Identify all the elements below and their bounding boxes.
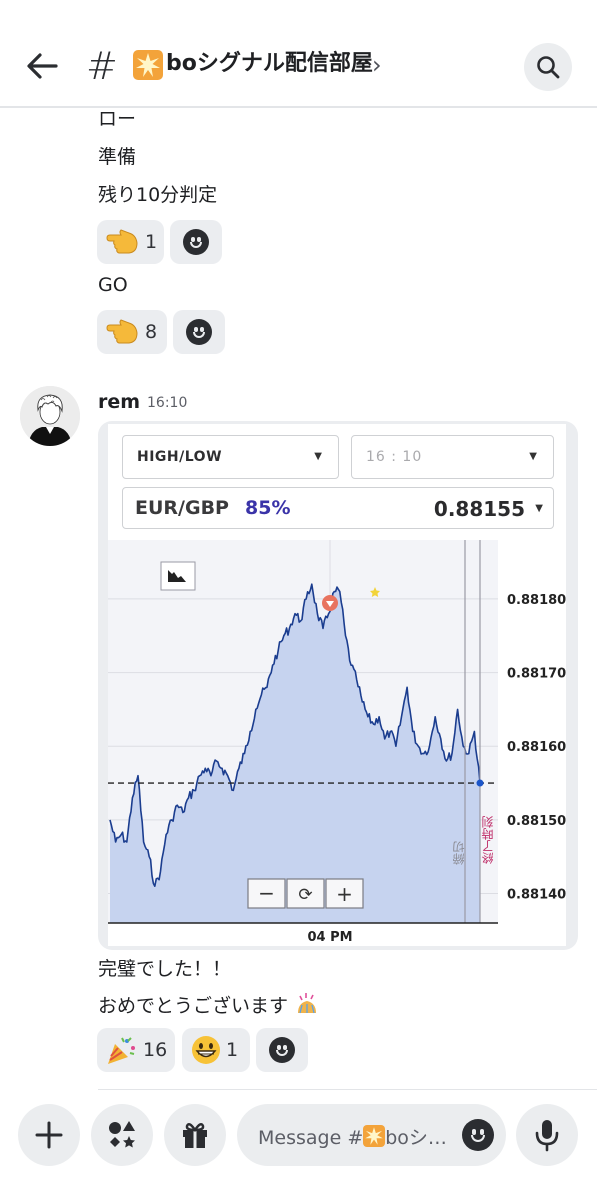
zoom-out-button: − bbox=[247, 878, 286, 909]
price-chart-svg: 0.881400.881500.881600.881700.88180 − ⟳ … bbox=[108, 540, 566, 945]
caret-down-icon: ▼ bbox=[314, 451, 322, 462]
message-input-placeholder: Message # boシ… bbox=[258, 1125, 447, 1149]
message-author[interactable]: rem bbox=[98, 390, 140, 414]
collision-emoji-icon bbox=[363, 1125, 386, 1147]
zoom-in-button: + bbox=[325, 878, 364, 909]
add-reaction-button[interactable] bbox=[170, 220, 222, 264]
apps-button[interactable] bbox=[91, 1104, 153, 1166]
svg-text:⟳: ⟳ bbox=[298, 885, 312, 905]
message-text: 準備 bbox=[98, 146, 137, 168]
reaction-pointing-hand[interactable]: 8 bbox=[97, 310, 167, 354]
smiley-icon bbox=[186, 319, 212, 345]
chart-type-icon bbox=[160, 561, 196, 591]
search-button[interactable] bbox=[524, 43, 572, 91]
grinning-face-icon bbox=[192, 1036, 220, 1064]
svg-text:+: + bbox=[336, 882, 353, 906]
add-reaction-button[interactable] bbox=[256, 1028, 308, 1072]
pointing-hand-icon bbox=[106, 229, 138, 254]
channel-hash-icon: # bbox=[86, 44, 118, 88]
option-type-select: HIGH/LOW ▼ bbox=[122, 435, 339, 479]
message-input[interactable]: Message # boシ… bbox=[237, 1104, 506, 1166]
price-chart: 0.88140 0.88150 0.88160 0.88170 0.88180 − ⟳ … bbox=[108, 540, 566, 946]
collision-emoji-icon bbox=[133, 50, 163, 80]
reaction-count: 8 bbox=[145, 321, 158, 343]
reaction-count: 1 bbox=[145, 231, 158, 253]
chevron-right-icon[interactable]: › bbox=[372, 52, 382, 78]
x-tick-label: 04 PM bbox=[307, 930, 352, 945]
svg-text:−: − bbox=[258, 881, 275, 905]
reaction-count: 1 bbox=[226, 1039, 239, 1061]
y-tick-label: 0.88140 bbox=[507, 888, 566, 903]
reaction-party-popper[interactable]: 16 bbox=[97, 1028, 175, 1072]
entry-marker-icon bbox=[322, 595, 338, 611]
asset-pair-box: EUR/GBP 85% 0.88155 ▼ bbox=[122, 487, 554, 529]
expiry-select: 16 : 10 ▼ bbox=[351, 435, 554, 479]
microphone-icon bbox=[535, 1120, 559, 1152]
plus-icon bbox=[35, 1121, 63, 1149]
divider bbox=[98, 1089, 597, 1090]
y-tick-label: 0.88150 bbox=[507, 814, 566, 829]
caret-down-icon: ▼ bbox=[535, 503, 543, 514]
reaction-grinning-face[interactable]: 1 bbox=[182, 1028, 250, 1072]
payout-rate: 85% bbox=[245, 497, 291, 519]
smiley-icon bbox=[269, 1037, 295, 1063]
channel-header: # boシグナル配信部屋 › bbox=[0, 0, 597, 108]
message-text: 完璧でした！！ bbox=[98, 958, 232, 980]
message-text: GO bbox=[98, 274, 128, 296]
message-timestamp: 16:10 bbox=[147, 395, 188, 411]
gift-button[interactable] bbox=[164, 1104, 226, 1166]
current-price: 0.88155 bbox=[433, 497, 525, 521]
message-text: ロー bbox=[98, 108, 137, 130]
message-text: 残り10分判定 bbox=[98, 184, 218, 206]
emoji-picker-icon[interactable] bbox=[462, 1119, 494, 1151]
zoom-reset-button: ⟳ bbox=[286, 878, 325, 909]
end-time-label: 終了時刻 bbox=[481, 816, 495, 865]
party-ball-emoji-icon bbox=[298, 993, 317, 1014]
arrow-left-icon[interactable] bbox=[22, 46, 62, 86]
add-reaction-button[interactable] bbox=[173, 310, 225, 354]
y-tick-label: 0.88180 bbox=[507, 593, 566, 608]
y-tick-label: 0.88160 bbox=[507, 740, 566, 755]
avatar[interactable] bbox=[20, 386, 80, 446]
reaction-count: 16 bbox=[143, 1039, 168, 1061]
last-price-dot bbox=[476, 779, 484, 787]
gift-icon bbox=[183, 1123, 207, 1148]
pair-name: EUR/GBP bbox=[135, 497, 229, 519]
apps-icon bbox=[109, 1121, 135, 1148]
channel-title[interactable]: boシグナル配信部屋 bbox=[166, 50, 373, 78]
pointing-hand-icon bbox=[106, 319, 138, 344]
party-popper-icon bbox=[108, 1037, 135, 1064]
cutoff-label: 締切 bbox=[452, 840, 466, 866]
message-text: おめでとうございます bbox=[98, 991, 320, 1019]
add-attachment-button[interactable] bbox=[18, 1104, 80, 1166]
reaction-pointing-hand[interactable]: 1 bbox=[97, 220, 164, 264]
smiley-icon bbox=[183, 229, 209, 255]
caret-down-icon: ▼ bbox=[529, 451, 537, 462]
y-tick-label: 0.88170 bbox=[507, 667, 566, 682]
voice-message-button[interactable] bbox=[516, 1104, 578, 1166]
search-icon bbox=[537, 56, 560, 79]
